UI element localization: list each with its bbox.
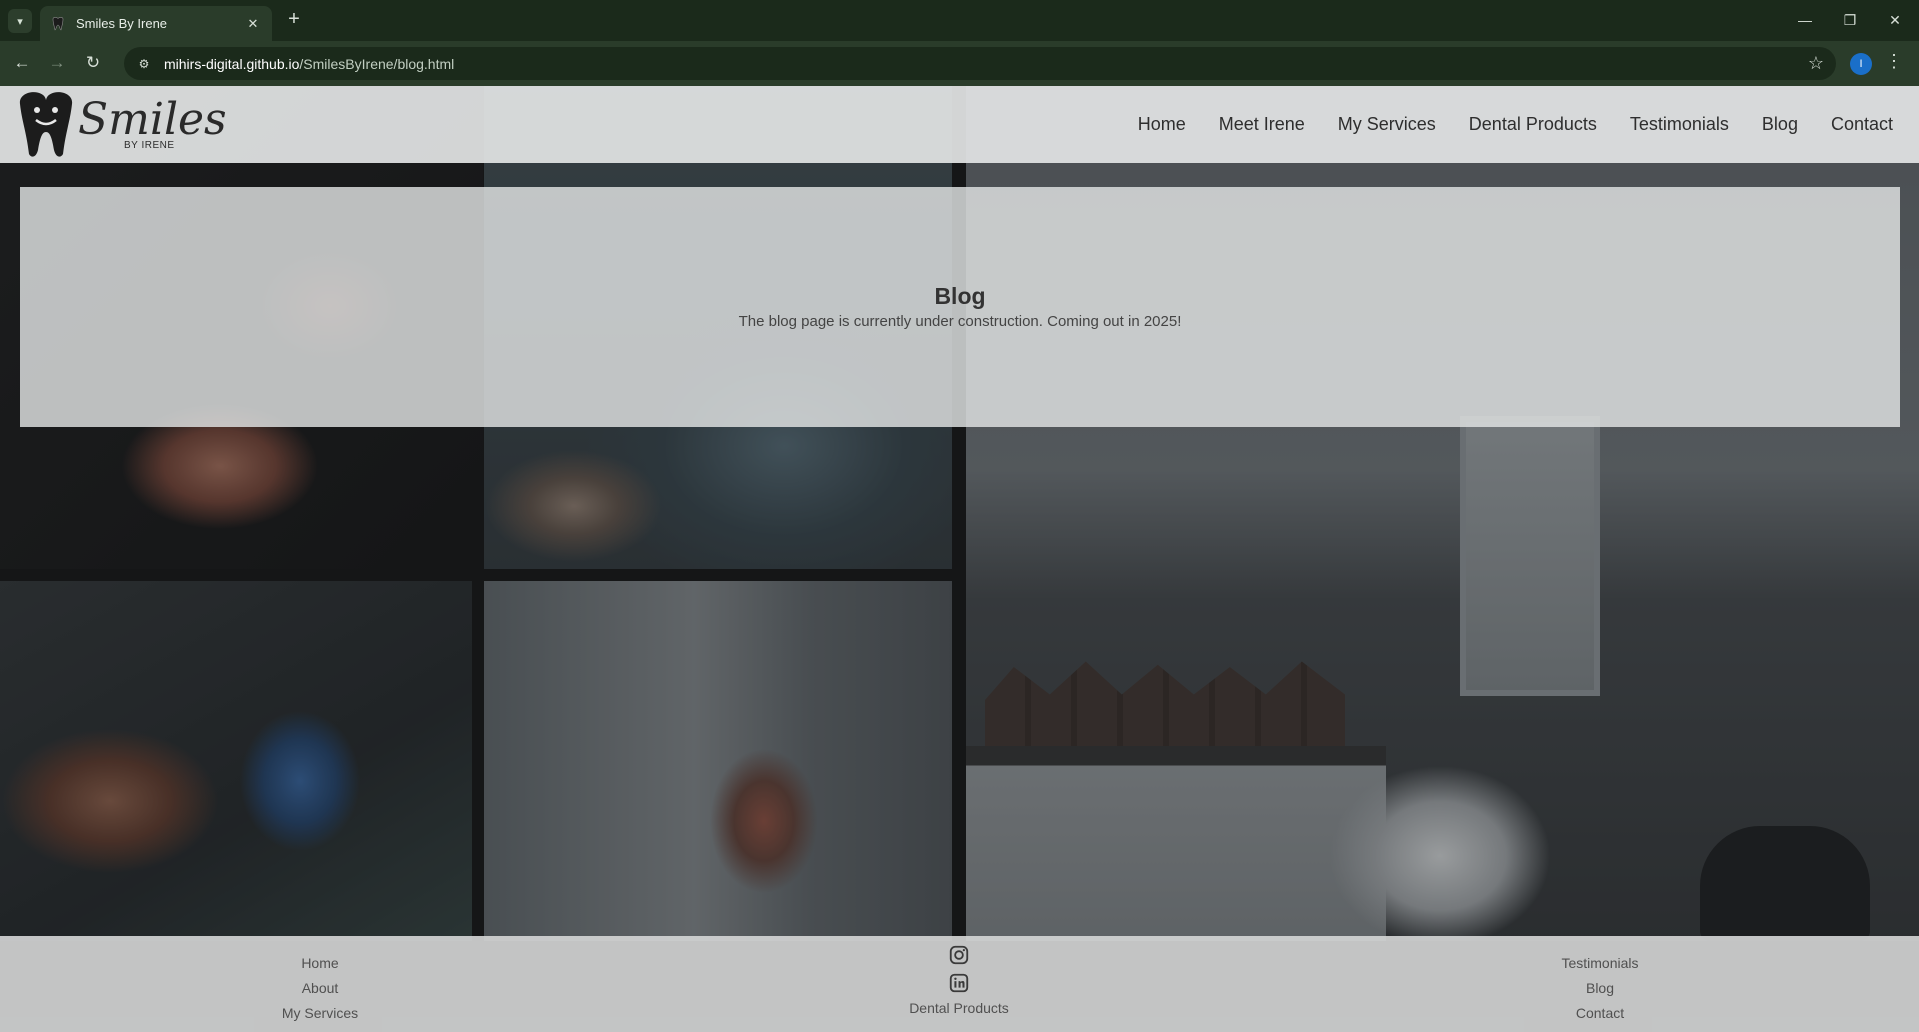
nav-my-services[interactable]: My Services <box>1338 114 1436 135</box>
browser-tab-active[interactable]: Smiles By Irene ✕ <box>40 6 272 41</box>
browser-tab-strip: ▾ Smiles By Irene ✕ + — ❐ ✕ <box>0 0 1919 41</box>
footer-link-dental-products[interactable]: Dental Products <box>829 1000 1089 1016</box>
browser-toolbar: ← → ↻ ⚙ mihirs-digital.github.io/SmilesB… <box>0 41 1919 86</box>
main-navigation: Home Meet Irene My Services Dental Produ… <box>1105 114 1893 135</box>
construction-message: The blog page is currently under constru… <box>738 313 1182 330</box>
smiles-by-irene-logo[interactable]: Smiles BY IRENE <box>16 90 227 160</box>
nav-testimonials[interactable]: Testimonials <box>1630 114 1729 135</box>
forward-icon[interactable]: → <box>44 50 70 76</box>
site-info-icon[interactable]: ⚙ <box>134 54 154 74</box>
tooth-logo-icon: Smiles <box>19 92 227 157</box>
new-tab-button[interactable]: + <box>282 8 306 32</box>
profile-avatar[interactable]: I <box>1850 53 1872 75</box>
footer-link-blog[interactable]: Blog <box>1470 976 1730 1001</box>
url-host: mihirs-digital.github.io <box>164 55 300 72</box>
back-icon[interactable]: ← <box>9 50 35 76</box>
browser-menu-icon[interactable]: ⋮ <box>1884 51 1904 72</box>
tab-title: Smiles By Irene <box>76 16 168 31</box>
tab-search-button[interactable]: ▾ <box>8 9 32 33</box>
site-footer: Home About My Services Dental Products T… <box>0 936 1919 1032</box>
linkedin-icon[interactable] <box>948 972 970 994</box>
url-text: mihirs-digital.github.io/SmilesByIrene/b… <box>164 56 454 72</box>
footer-link-contact[interactable]: Contact <box>1470 1001 1730 1026</box>
close-window-icon[interactable]: ✕ <box>1880 8 1910 32</box>
address-bar[interactable]: ⚙ mihirs-digital.github.io/SmilesByIrene… <box>124 47 1836 80</box>
blog-card: Blog The blog page is currently under co… <box>20 187 1900 427</box>
footer-link-about[interactable]: About <box>190 976 450 1001</box>
logo-wordmark: Smiles <box>78 94 226 145</box>
footer-links-right: Testimonials Blog Contact <box>1470 951 1730 1026</box>
bookmark-star-icon[interactable]: ☆ <box>1808 53 1824 74</box>
footer-links-left: Home About My Services <box>190 951 450 1026</box>
site-header: Smiles BY IRENE Home Meet Irene My Servi… <box>0 86 1919 163</box>
url-path: /SmilesByIrene/blog.html <box>299 55 455 72</box>
instagram-icon[interactable] <box>948 944 970 966</box>
footer-link-home[interactable]: Home <box>190 951 450 976</box>
web-page: Smiles BY IRENE Home Meet Irene My Servi… <box>0 86 1919 1032</box>
reload-icon[interactable]: ↻ <box>80 50 106 76</box>
tooth-favicon-icon <box>52 16 64 30</box>
nav-blog[interactable]: Blog <box>1762 114 1798 135</box>
nav-contact[interactable]: Contact <box>1831 114 1893 135</box>
nav-meet-irene[interactable]: Meet Irene <box>1219 114 1305 135</box>
minimize-icon[interactable]: — <box>1790 8 1820 32</box>
logo-subtext: BY IRENE <box>124 140 175 151</box>
nav-home[interactable]: Home <box>1138 114 1186 135</box>
nav-dental-products[interactable]: Dental Products <box>1469 114 1597 135</box>
footer-link-my-services[interactable]: My Services <box>190 1001 450 1026</box>
page-title: Blog <box>934 283 986 309</box>
close-tab-icon[interactable]: ✕ <box>244 16 262 32</box>
restore-icon[interactable]: ❐ <box>1835 8 1865 32</box>
footer-social: Dental Products <box>829 944 1089 1016</box>
footer-link-testimonials[interactable]: Testimonials <box>1470 951 1730 976</box>
